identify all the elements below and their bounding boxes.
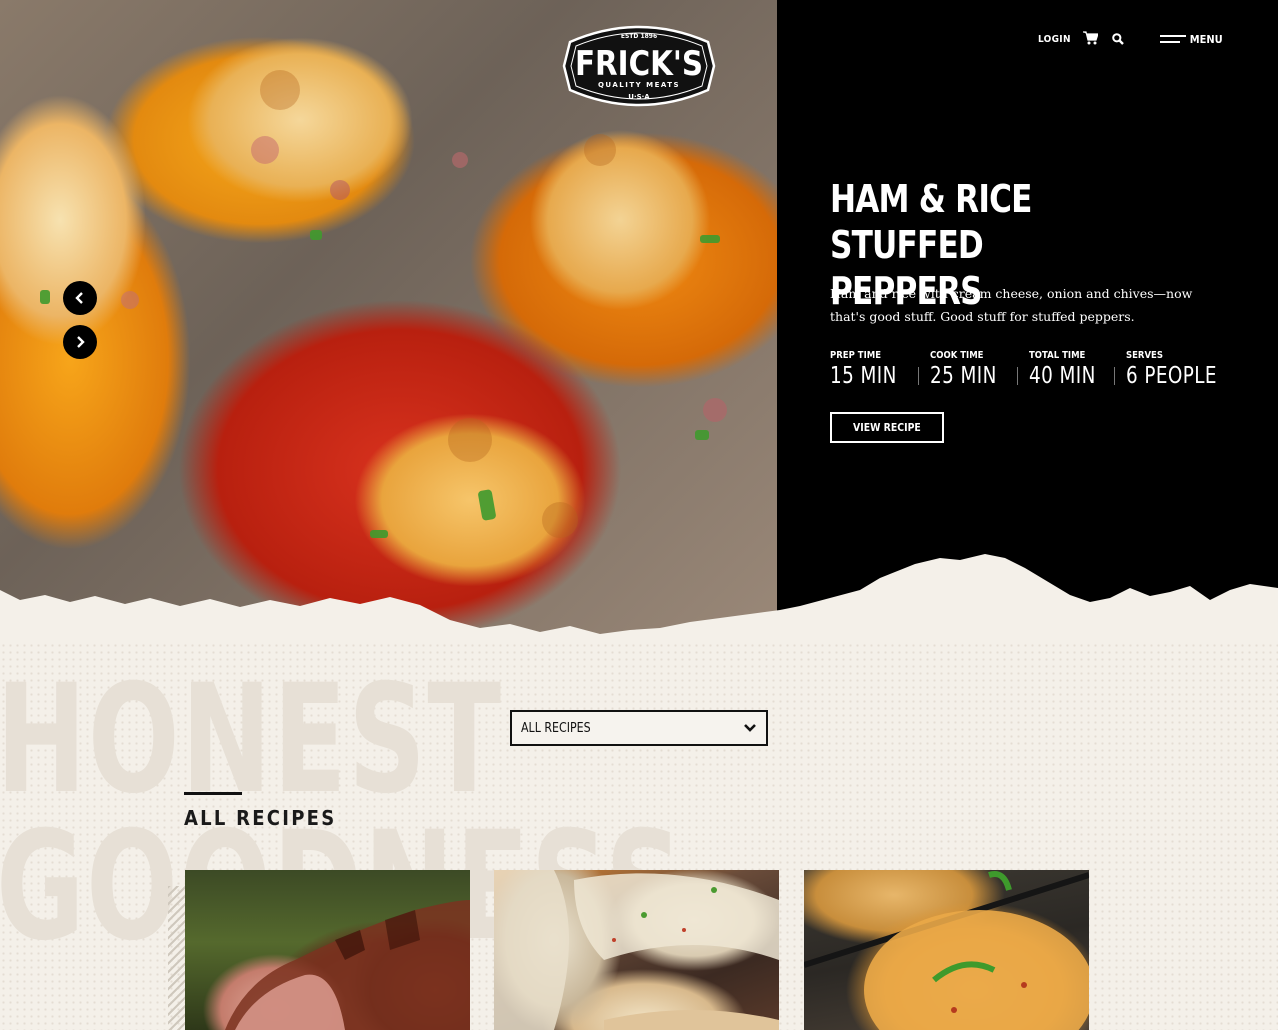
stat-value: 25 MIN [930, 363, 998, 389]
recipe-card-image[interactable] [494, 870, 779, 1030]
stat-value: 40 MIN [1028, 363, 1096, 389]
stat-label: SERVES [1126, 350, 1164, 361]
decorative-hatch [168, 886, 186, 1030]
stat-value: 6 PEOPLE [1126, 363, 1218, 389]
stat-label: COOK TIME [930, 350, 984, 361]
hero-slider: ESTD 1896 FRICK'S QUALITY MEATS U·S·A LO… [0, 0, 1278, 640]
carousel-next-button[interactable] [63, 325, 97, 359]
filter-selected-value: ALL RECIPES [521, 720, 591, 736]
view-recipe-label: VIEW RECIPE [853, 421, 921, 434]
menu-button[interactable]: MENU [1159, 32, 1223, 46]
logo-wordmark: FRICK'S [575, 44, 703, 84]
stat-divider [918, 367, 920, 385]
chevron-left-icon [75, 292, 83, 304]
recipe-description: Ham and rice with cream cheese, onion an… [830, 286, 1193, 324]
stat-divider [1016, 367, 1018, 385]
stat-label: PREP TIME [830, 350, 881, 361]
watermark-word-honest: HONEST [0, 653, 503, 827]
view-recipe-button[interactable]: VIEW RECIPE [830, 412, 944, 443]
roast-ham-photo [225, 900, 470, 1030]
stat-cook-time: COOK TIME 25 MIN [930, 350, 1013, 389]
fricks-logo[interactable]: ESTD 1896 FRICK'S QUALITY MEATS U·S·A [560, 20, 718, 112]
stat-divider [1114, 367, 1116, 385]
stat-total-time: TOTAL TIME 40 MIN [1029, 350, 1112, 389]
logo-tagline: QUALITY MEATS [598, 81, 680, 89]
baked-casserole-photo [804, 871, 1089, 1030]
torn-paper-edge [0, 554, 1278, 640]
recipe-card-image[interactable] [185, 870, 470, 1030]
menu-label: MENU [1189, 32, 1223, 46]
chevron-right-icon [77, 336, 85, 348]
section-heading-rule [184, 792, 242, 795]
cart-icon[interactable] [1082, 30, 1099, 49]
stat-label: TOTAL TIME [1028, 350, 1086, 361]
recipe-filter-select[interactable]: ALL RECIPES [510, 710, 768, 746]
recipe-card-image[interactable] [804, 870, 1089, 1030]
menu-icon [1159, 34, 1186, 44]
carousel-prev-button[interactable] [63, 281, 97, 315]
logo-country: U·S·A [628, 93, 650, 101]
chevron-down-icon [744, 724, 756, 732]
section-title: ALL RECIPES [184, 806, 337, 830]
cheesy-dish-photo [494, 870, 779, 1030]
logo-estd: ESTD 1896 [621, 33, 657, 40]
top-navigation: LOGIN MENU [1038, 30, 1223, 48]
stat-prep-time: PREP TIME 15 MIN [830, 350, 913, 389]
recipe-stats: PREP TIME 15 MIN COOK TIME 25 MIN TOTAL … [830, 350, 1240, 389]
stat-serves: SERVES 6 PEOPLE [1126, 350, 1240, 389]
search-icon[interactable] [1111, 30, 1124, 49]
stat-value: 15 MIN [830, 363, 897, 389]
login-link[interactable]: LOGIN [1038, 34, 1071, 45]
